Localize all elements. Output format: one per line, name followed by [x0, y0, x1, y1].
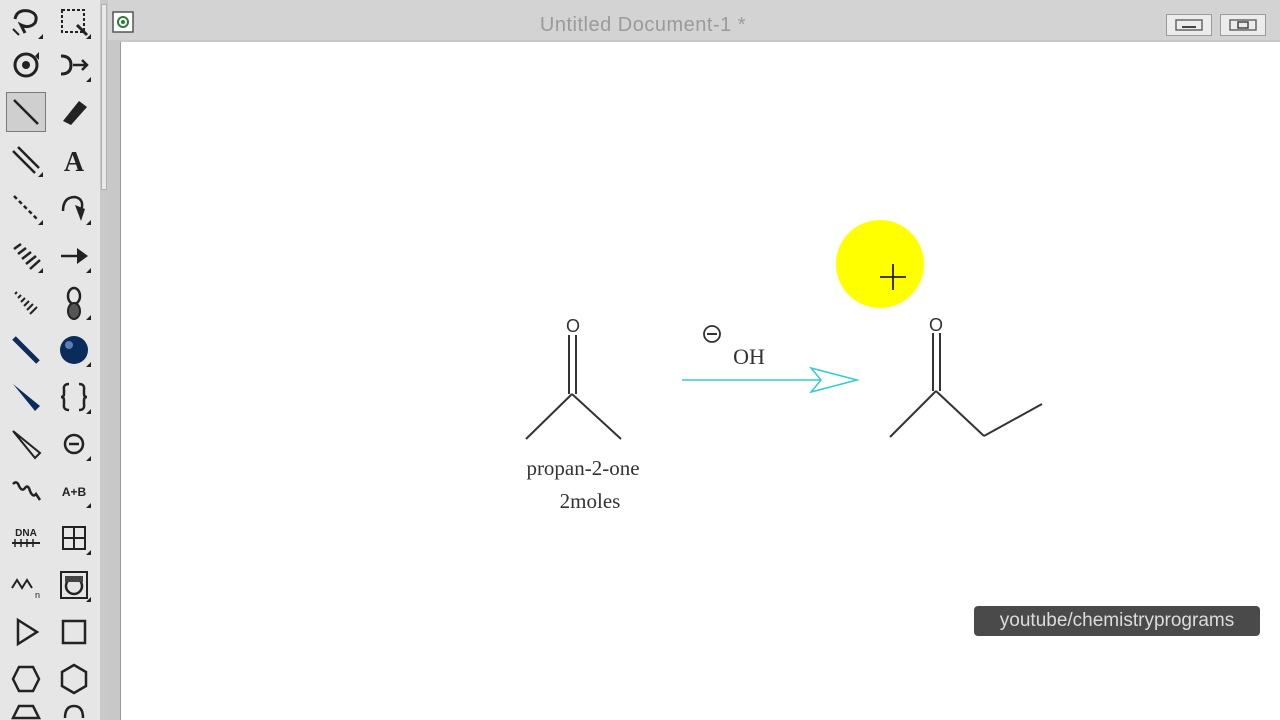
bold-bond-icon — [12, 336, 40, 364]
wedge-bond-icon — [13, 384, 40, 411]
table-tool[interactable] — [54, 518, 94, 558]
eraser-icon — [63, 101, 87, 125]
product-oxygen-atom: O — [929, 315, 943, 335]
tool-palette: A A+B DNA n — [0, 0, 101, 720]
cyclohexane-ring-icon — [11, 665, 41, 693]
triangle-icon — [16, 617, 40, 647]
reaction-tool[interactable]: A+B — [54, 471, 94, 511]
hollow-wedge-tool[interactable] — [6, 424, 46, 464]
charge-tool[interactable] — [54, 424, 94, 464]
rotate-tool[interactable] — [6, 45, 46, 85]
arrow-tool[interactable] — [54, 236, 94, 276]
reactant-bond-right — [571, 393, 622, 440]
chain-tool[interactable]: n — [6, 565, 46, 605]
svg-text:n: n — [35, 590, 40, 600]
channel-watermark: youtube/chemistryprograms — [974, 606, 1260, 636]
restore-button[interactable] — [1220, 14, 1266, 36]
palette-scrollbar[interactable] — [100, 0, 108, 720]
more-tools-right[interactable] — [54, 702, 94, 720]
orbital-tool[interactable] — [54, 283, 94, 323]
product-bond-left — [889, 390, 937, 438]
single-bond-icon — [13, 99, 39, 125]
reaction-arrow[interactable] — [682, 366, 860, 394]
catalyst-label: OH — [733, 344, 765, 369]
restore-icon — [1229, 19, 1257, 31]
benzene-ring-tool[interactable] — [54, 659, 94, 699]
svg-text:A: A — [64, 147, 85, 177]
svg-text:A+B: A+B — [62, 485, 87, 499]
cursor-spotlight — [836, 220, 924, 308]
mass-fragment-tool[interactable] — [54, 45, 94, 85]
rotate-icon — [13, 52, 39, 78]
hashed-bond-tool[interactable] — [6, 236, 46, 276]
minimize-icon — [1175, 19, 1203, 31]
text-tool[interactable]: A — [54, 140, 94, 180]
dna-tool[interactable]: DNA — [6, 518, 46, 558]
sphere-tool[interactable] — [54, 330, 94, 370]
reactant-bond-left — [525, 393, 573, 440]
text-a-icon: A — [64, 147, 85, 177]
product-bond-ethyl — [983, 403, 1043, 437]
ring-icon — [63, 704, 85, 719]
triangle-shape-tool[interactable] — [6, 612, 46, 652]
more-tools-left[interactable] — [6, 702, 46, 720]
hexagon-ring-icon — [60, 663, 88, 695]
reactant-oxygen-atom: O — [566, 316, 580, 336]
wavy-bond-icon — [12, 481, 42, 501]
chain-icon: n — [11, 578, 40, 600]
cursor-highlight — [836, 220, 924, 308]
hashed-wedge-tool[interactable] — [6, 283, 46, 323]
product-bond-right — [935, 390, 985, 437]
svg-text:DNA: DNA — [15, 528, 37, 539]
marquee-select-tool[interactable] — [54, 2, 94, 42]
reactant-name-label: propan-2-one — [526, 456, 639, 480]
title-bar[interactable]: Untitled Document-1 * — [108, 0, 1280, 40]
dna-icon: DNA — [12, 528, 40, 547]
square-icon — [61, 619, 87, 645]
scrollbar-thumb[interactable] — [101, 4, 107, 190]
wavy-bond-tool[interactable] — [6, 471, 46, 511]
lasso-select-tool[interactable] — [6, 2, 46, 42]
product-structure[interactable]: O — [889, 315, 1043, 438]
hydroxide-catalyst[interactable]: OH — [703, 325, 765, 369]
bold-bond-tool[interactable] — [6, 330, 46, 370]
cyclohexane-chair-tool[interactable] — [6, 659, 46, 699]
reactant-structure[interactable]: O — [525, 316, 622, 440]
hashed-wedge-icon — [14, 291, 38, 315]
multiple-bond-tool[interactable] — [6, 140, 46, 180]
solid-bond-tool[interactable] — [6, 92, 46, 132]
bracket-tool[interactable] — [54, 377, 94, 417]
window-title: Untitled Document-1 * — [539, 14, 747, 36]
eraser-tool[interactable] — [54, 92, 94, 132]
pen-tool[interactable] — [54, 188, 94, 228]
template-tool[interactable] — [54, 565, 94, 605]
dashed-bond-tool[interactable] — [6, 188, 46, 228]
square-shape-tool[interactable] — [54, 612, 94, 652]
hollow-wedge-icon — [12, 430, 42, 460]
wedge-bond-tool[interactable] — [6, 377, 46, 417]
ring-icon — [10, 704, 42, 720]
minimize-button[interactable] — [1166, 14, 1212, 36]
reactant-amount-label: 2moles — [560, 489, 621, 513]
